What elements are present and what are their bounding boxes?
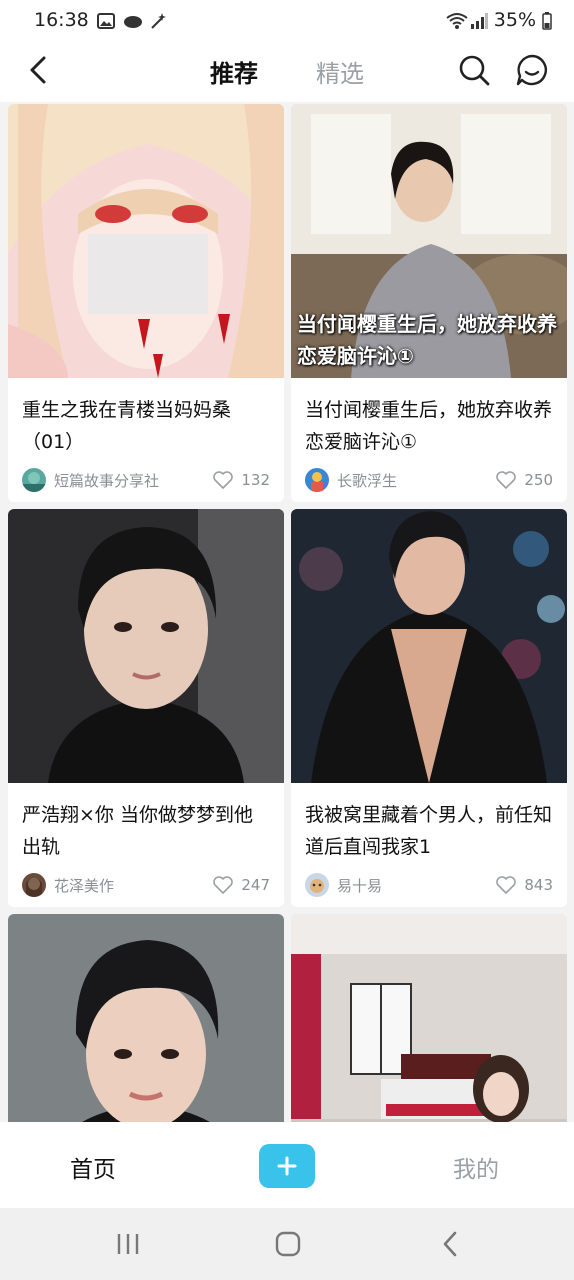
like-count: 247 — [241, 876, 270, 894]
story-cover-image[interactable]: 当付闻樱重生后，她放弃收养恋爱脑许沁① — [291, 104, 567, 378]
story-cover-image[interactable] — [8, 914, 284, 1122]
top-nav: 推荐 精选 — [0, 40, 574, 102]
story-meta: 长歌浮生 250 — [291, 458, 567, 502]
story-feed[interactable]: 重生之我在青楼当妈妈桑（01） 短篇故事分享社 132 当付闻樱重生后，她放弃收… — [0, 102, 574, 1122]
battery-icon — [542, 12, 552, 30]
story-card[interactable]: 我被窝里藏着个男人，前任知道后直闯我家1 易十易 843 — [291, 509, 567, 907]
story-card[interactable]: 重生之我在青楼当妈妈桑（01） 短篇故事分享社 132 — [8, 104, 284, 502]
system-nav-bar — [0, 1208, 574, 1280]
bottom-nav: 首页 我的 — [0, 1122, 574, 1208]
home-button[interactable] — [268, 1226, 308, 1262]
avatar[interactable] — [305, 468, 329, 492]
signal-icon — [470, 12, 488, 29]
story-meta: 花泽美作 247 — [8, 863, 284, 907]
avatar[interactable] — [305, 873, 329, 897]
story-cover-image[interactable] — [8, 509, 284, 783]
status-bar: 16:38 35% — [0, 0, 574, 40]
heart-icon — [213, 471, 234, 489]
heart-icon — [496, 876, 517, 894]
nav-home[interactable]: 首页 — [70, 1150, 116, 1184]
story-card[interactable]: 严浩翔×你 当你做梦梦到他出轨 花泽美作 247 — [8, 509, 284, 907]
author-name[interactable]: 易十易 — [337, 875, 496, 896]
recent-apps-button[interactable] — [108, 1226, 148, 1262]
recent-apps-icon — [117, 1234, 139, 1254]
story-meta: 短篇故事分享社 132 — [8, 458, 284, 502]
like-button[interactable]: 132 — [213, 471, 270, 489]
back-icon — [443, 1231, 457, 1257]
heart-icon — [496, 471, 517, 489]
story-cover-image[interactable] — [8, 104, 284, 378]
image-icon — [96, 12, 115, 29]
story-cover-image[interactable] — [291, 914, 567, 1122]
story-title[interactable]: 重生之我在青楼当妈妈桑（01） — [8, 378, 284, 458]
battery-percent: 35% — [493, 9, 536, 31]
story-cover-image[interactable] — [291, 509, 567, 783]
author-name[interactable]: 长歌浮生 — [337, 470, 496, 491]
heart-icon — [213, 876, 234, 894]
story-card[interactable]: 当付闻樱重生后，她放弃收养恋爱脑许沁① 当付闻樱重生后，她放弃收养恋爱脑许沁① … — [291, 104, 567, 502]
like-button[interactable]: 843 — [496, 876, 553, 894]
system-back-button[interactable] — [430, 1226, 470, 1262]
tab-featured[interactable]: 精选 — [316, 54, 364, 89]
cover-caption: 当付闻樱重生后，她放弃收养恋爱脑许沁① — [297, 312, 557, 368]
author-name[interactable]: 花泽美作 — [54, 875, 213, 896]
story-title[interactable]: 当付闻樱重生后，她放弃收养恋爱脑许沁① — [291, 378, 567, 458]
create-button[interactable] — [259, 1144, 315, 1188]
story-title[interactable]: 严浩翔×你 当你做梦梦到他出轨 — [8, 783, 284, 863]
nav-mine[interactable]: 我的 — [453, 1150, 499, 1184]
story-title[interactable]: 我被窝里藏着个男人，前任知道后直闯我家1 — [291, 783, 567, 863]
avatar[interactable] — [22, 468, 46, 492]
home-icon — [275, 1231, 301, 1257]
story-meta: 易十易 843 — [291, 863, 567, 907]
search-button[interactable] — [456, 52, 492, 88]
story-card[interactable] — [8, 914, 284, 1122]
like-button[interactable]: 250 — [496, 471, 553, 489]
wifi-icon — [446, 12, 468, 29]
like-button[interactable]: 247 — [213, 876, 270, 894]
tab-recommended[interactable]: 推荐 — [210, 54, 258, 89]
search-icon — [459, 55, 490, 86]
author-name[interactable]: 短篇故事分享社 — [54, 470, 213, 491]
plus-icon — [277, 1156, 297, 1176]
like-count: 250 — [524, 471, 553, 489]
like-count: 132 — [241, 471, 270, 489]
message-button[interactable] — [514, 52, 550, 88]
status-time: 16:38 — [34, 9, 89, 31]
like-count: 843 — [524, 876, 553, 894]
story-card[interactable] — [291, 914, 567, 1122]
cloud-icon — [123, 12, 142, 28]
message-icon — [516, 54, 547, 86]
magic-wand-icon — [149, 12, 167, 29]
avatar[interactable] — [22, 873, 46, 897]
